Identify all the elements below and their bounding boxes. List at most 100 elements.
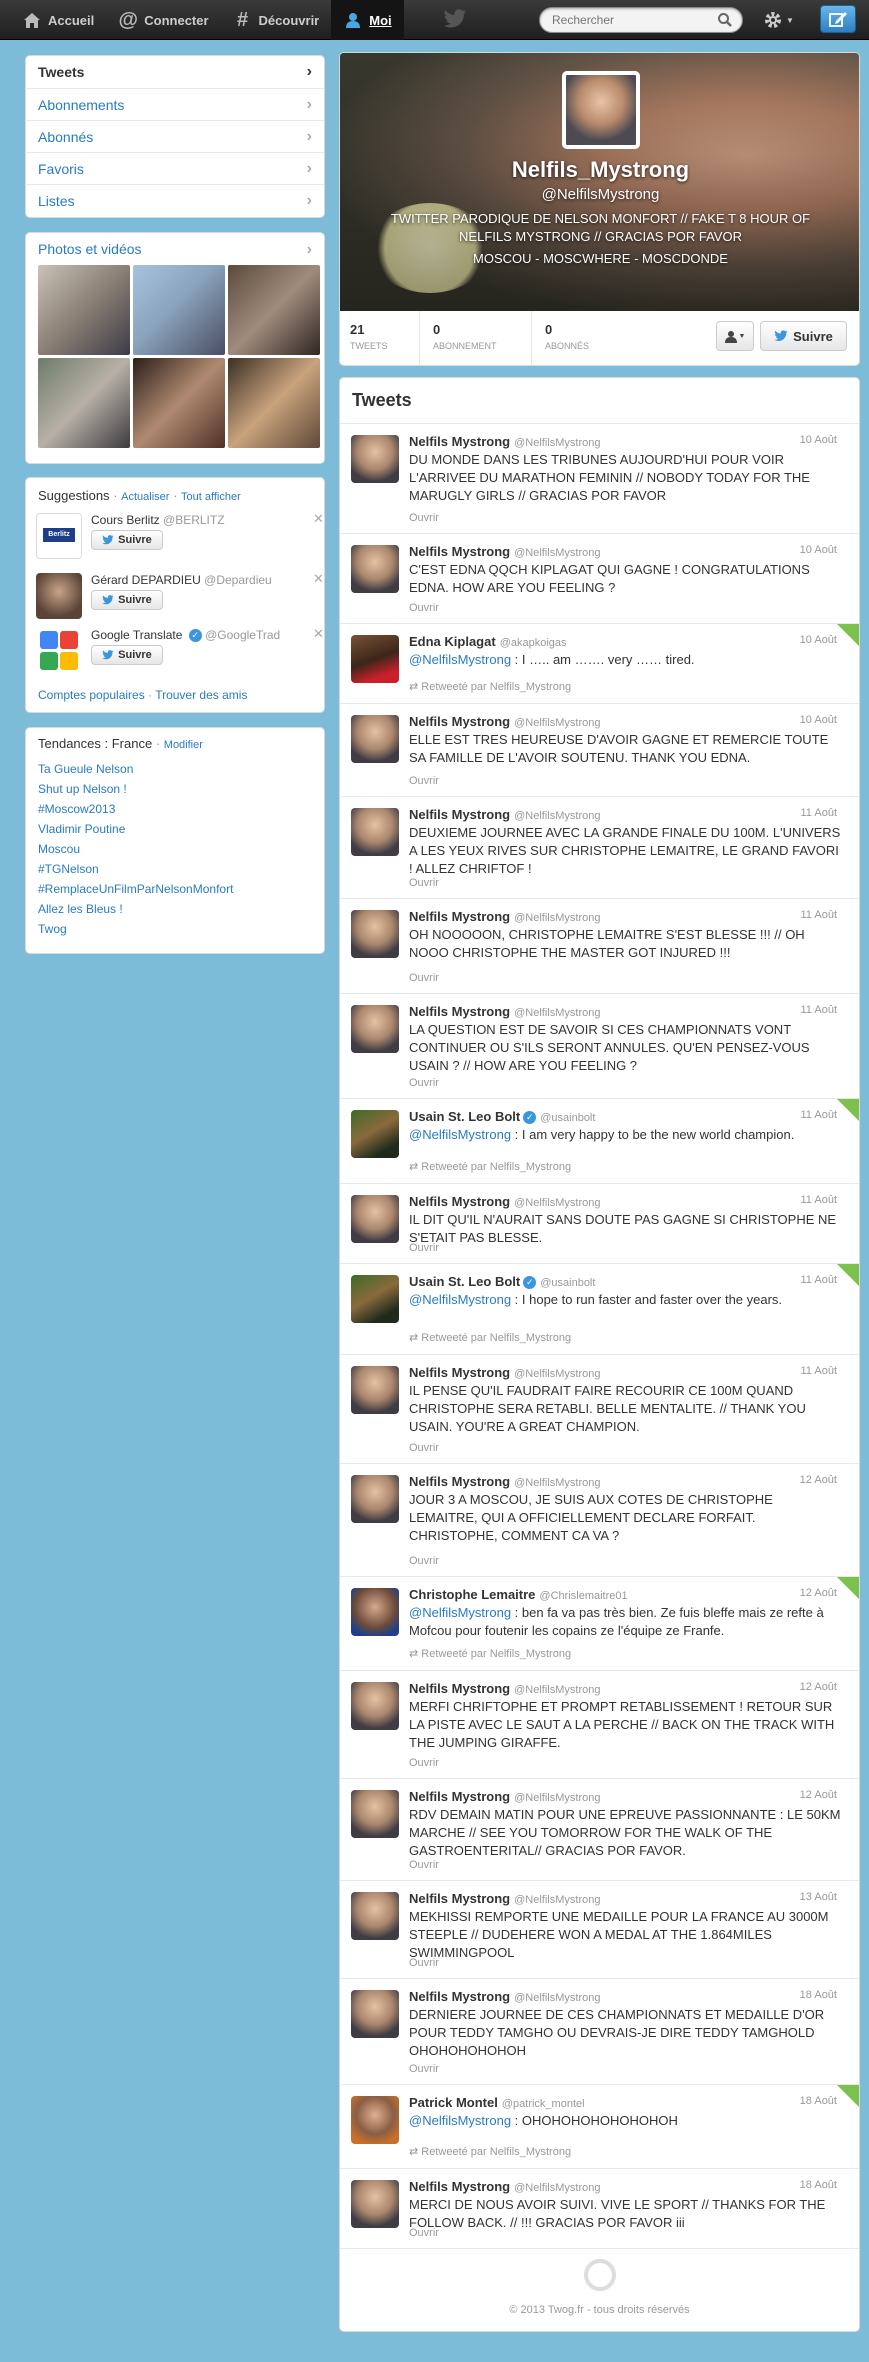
tweet-date[interactable]: 11 Août [801, 1274, 838, 1286]
open-tweet-link[interactable]: Ouvrir [409, 1859, 439, 1871]
tweet-row[interactable]: Nelfils Mystrong @NelfilsMystrong 12 Août J… [340, 1463, 859, 1576]
avatar[interactable] [36, 628, 82, 674]
search-input[interactable] [540, 8, 700, 32]
open-tweet-link[interactable]: Ouvrir [409, 1442, 439, 1454]
tweet-author-name[interactable]: Nelfils Mystrong [409, 434, 510, 449]
tweet-row[interactable]: Nelfils Mystrong @NelfilsMystrong 10 Août D… [340, 423, 859, 533]
photo-thumbnail[interactable] [133, 265, 225, 355]
tweet-row[interactable]: Patrick Montel @patrick_montel 18 Août @Nel… [340, 2084, 859, 2168]
trend-item[interactable]: Twog [38, 919, 312, 939]
avatar[interactable] [351, 545, 399, 593]
tweet-date[interactable]: 12 Août [800, 1681, 837, 1693]
tweet-author-name[interactable]: Patrick Montel [409, 2095, 498, 2110]
mention-link[interactable]: @NelfilsMystrong [409, 1605, 511, 1620]
tweet-header[interactable]: Nelfils Mystrong @NelfilsMystrong [409, 1681, 600, 1696]
open-tweet-link[interactable]: Ouvrir [409, 877, 439, 889]
menu-following[interactable]: Abonnements › [26, 88, 324, 120]
mention-link[interactable]: @NelfilsMystrong [409, 1127, 511, 1142]
tweet-date[interactable]: 12 Août [800, 1474, 837, 1486]
tweet-row[interactable]: Nelfils Mystrong @NelfilsMystrong 18 Août D… [340, 1978, 859, 2084]
tweet-header[interactable]: Patrick Montel @patrick_montel [409, 2095, 585, 2110]
tweet-author-name[interactable]: Nelfils Mystrong [409, 807, 510, 822]
refresh-link[interactable]: Actualiser [121, 491, 169, 503]
user-actions-dropdown[interactable]: ▼ [716, 321, 754, 351]
avatar[interactable] [36, 573, 82, 619]
tweet-author-name[interactable]: Nelfils Mystrong [409, 544, 510, 559]
tweet-row[interactable]: Christophe Lemaitre @Chrislemaitre01 12 Ao… [340, 1576, 859, 1670]
avatar[interactable]: Berlitz [36, 513, 82, 559]
retweeted-by[interactable]: ⇄ Retweeté par Nelfils_Mystrong [409, 2145, 571, 2158]
trend-item[interactable]: #TGNelson [38, 859, 312, 879]
photo-thumbnail[interactable] [133, 358, 225, 448]
profile-avatar[interactable] [562, 71, 640, 149]
open-tweet-link[interactable]: Ouvrir [409, 602, 439, 614]
stat-tweets[interactable]: 21 TWEETS [340, 311, 420, 365]
retweeted-by[interactable]: ⇄ Retweeté par Nelfils_Mystrong [409, 1160, 571, 1173]
retweeted-by[interactable]: ⇄ Retweeté par Nelfils_Mystrong [409, 1331, 571, 1344]
tweet-date[interactable]: 10 Août [800, 434, 837, 446]
mention-link[interactable]: @NelfilsMystrong [409, 2113, 511, 2128]
tweet-header[interactable]: Nelfils Mystrong @NelfilsMystrong [409, 1194, 600, 1209]
menu-followers[interactable]: Abonnés › [26, 120, 324, 152]
tweet-date[interactable]: 11 Août [801, 807, 838, 819]
avatar[interactable] [351, 1682, 399, 1730]
avatar[interactable] [351, 808, 399, 856]
retweeted-by[interactable]: ⇄ Retweeté par Nelfils_Mystrong [409, 680, 571, 693]
avatar[interactable] [351, 1366, 399, 1414]
suggestion-name[interactable]: Gérard DEPARDIEU @Depardieu [91, 573, 272, 587]
photo-thumbnail[interactable] [228, 265, 320, 355]
avatar[interactable] [351, 715, 399, 763]
tweet-header[interactable]: Christophe Lemaitre @Chrislemaitre01 [409, 1587, 628, 1602]
tweet-date[interactable]: 11 Août [801, 909, 838, 921]
tweet-header[interactable]: Nelfils Mystrong @NelfilsMystrong [409, 807, 600, 822]
tweet-date[interactable]: 11 Août [801, 1194, 838, 1206]
tweet-header[interactable]: Nelfils Mystrong @NelfilsMystrong [409, 1474, 600, 1489]
open-tweet-link[interactable]: Ouvrir [409, 512, 439, 524]
tweet-row[interactable]: Nelfils Mystrong @NelfilsMystrong 11 Août L… [340, 993, 859, 1098]
tweet-author-name[interactable]: Nelfils Mystrong [409, 1474, 510, 1489]
tweet-header[interactable]: Nelfils Mystrong @NelfilsMystrong [409, 1365, 600, 1380]
tweet-row[interactable]: Nelfils Mystrong @NelfilsMystrong 11 Août I… [340, 1183, 859, 1263]
nav-discover[interactable]: # Découvrir [221, 0, 332, 40]
photo-thumbnail[interactable] [38, 265, 130, 355]
tweet-row[interactable]: Usain St. Leo Bolt ✓ @usainbolt 11 Août @Nel… [340, 1263, 859, 1354]
open-tweet-link[interactable]: Ouvrir [409, 1242, 439, 1254]
tweet-date[interactable]: 12 Août [800, 1789, 837, 1801]
tweet-date[interactable]: 11 Août [801, 1365, 838, 1377]
tweet-header[interactable]: Nelfils Mystrong @NelfilsMystrong [409, 1004, 600, 1019]
tweet-row[interactable]: Nelfils Mystrong @NelfilsMystrong 18 Août M… [340, 2168, 859, 2248]
tweet-date[interactable]: 12 Août [800, 1587, 837, 1599]
tweet-header[interactable]: Nelfils Mystrong @NelfilsMystrong [409, 544, 600, 559]
tweet-author-name[interactable]: Christophe Lemaitre [409, 1587, 535, 1602]
avatar[interactable] [351, 1790, 399, 1838]
avatar[interactable] [351, 910, 399, 958]
avatar[interactable] [351, 1005, 399, 1053]
tweet-date[interactable]: 10 Août [800, 544, 837, 556]
avatar[interactable] [351, 1275, 399, 1323]
trend-item[interactable]: Ta Gueule Nelson [38, 759, 312, 779]
tweet-author-name[interactable]: Nelfils Mystrong [409, 1004, 510, 1019]
avatar[interactable] [351, 435, 399, 483]
tweet-author-name[interactable]: Nelfils Mystrong [409, 714, 510, 729]
dismiss-icon[interactable]: ✕ [313, 571, 324, 587]
avatar[interactable] [351, 2096, 399, 2144]
tweet-row[interactable]: Nelfils Mystrong @NelfilsMystrong 11 Août I… [340, 1354, 859, 1463]
follow-button[interactable]: Suivre [91, 645, 163, 665]
stat-followers[interactable]: 0 ABONNÉS [532, 311, 644, 365]
tweet-header[interactable]: Nelfils Mystrong @NelfilsMystrong [409, 1989, 600, 2004]
tweet-header[interactable]: Nelfils Mystrong @NelfilsMystrong [409, 2179, 600, 2194]
dismiss-icon[interactable]: ✕ [313, 511, 324, 527]
tweet-author-name[interactable]: Nelfils Mystrong [409, 1681, 510, 1696]
open-tweet-link[interactable]: Ouvrir [409, 775, 439, 787]
open-tweet-link[interactable]: Ouvrir [409, 972, 439, 984]
tweet-header[interactable]: Usain St. Leo Bolt ✓ @usainbolt [409, 1274, 595, 1290]
tweet-row[interactable]: Nelfils Mystrong @NelfilsMystrong 11 Août O… [340, 898, 859, 993]
tweet-author-name[interactable]: Edna Kiplagat [409, 634, 496, 649]
tweet-row[interactable]: Edna Kiplagat @akapkoigas 10 Août @NelfilsM… [340, 623, 859, 703]
photos-title[interactable]: Photos et vidéos [38, 241, 142, 259]
tweet-author-name[interactable]: Nelfils Mystrong [409, 1891, 510, 1906]
tweet-date[interactable]: 11 Août [801, 1004, 838, 1016]
tweet-header[interactable]: Nelfils Mystrong @NelfilsMystrong [409, 434, 600, 449]
tweet-row[interactable]: Nelfils Mystrong @NelfilsMystrong 10 Août C… [340, 533, 859, 623]
menu-favorites[interactable]: Favoris › [26, 152, 324, 184]
